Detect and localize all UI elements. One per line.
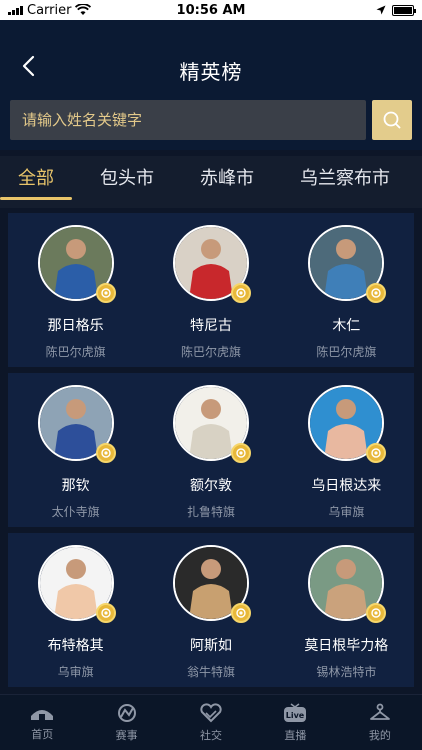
athlete-name: 木仁 <box>332 318 361 334</box>
medal-badge-icon <box>366 443 387 463</box>
tab-chifeng[interactable]: 赤峰市 <box>200 164 254 200</box>
carrier-label: Carrier <box>27 2 72 18</box>
athlete-card[interactable]: 布特格其 乌审旗 <box>8 533 143 687</box>
avatar-wrap <box>37 225 116 303</box>
athlete-region: 太仆寺旗 <box>51 505 100 519</box>
medal-badge-icon <box>230 283 251 303</box>
athlete-region: 乌审旗 <box>57 665 94 679</box>
profile-icon <box>369 703 390 720</box>
home-icon <box>31 709 54 720</box>
avatar-wrap <box>308 545 387 623</box>
athlete-name: 莫日根毕力格 <box>304 638 389 654</box>
status-time: 10:56 AM <box>176 2 246 18</box>
medal-badge-icon <box>230 603 251 623</box>
wifi-icon <box>75 4 92 15</box>
athlete-name: 那日格乐 <box>47 318 104 334</box>
medal-badge-icon <box>95 443 116 463</box>
medal-badge-icon <box>95 283 116 303</box>
athlete-name: 特尼古 <box>189 318 232 334</box>
battery-icon <box>392 4 416 16</box>
search-button[interactable] <box>372 100 412 140</box>
status-right <box>376 4 416 16</box>
nav-profile[interactable]: 我的 <box>338 695 422 750</box>
bottom-nav: 首页 赛事 社交 Live 直播 我的 <box>0 694 422 750</box>
nav-social[interactable]: 社交 <box>169 695 253 750</box>
athlete-name: 额尔敦 <box>189 478 232 494</box>
region-tabs: 全部 包头市 赤峰市 乌兰察布市 <box>0 156 422 208</box>
athlete-card[interactable]: 那日格乐 陈巴尔虎旗 <box>8 213 143 367</box>
avatar-wrap <box>37 545 116 623</box>
athlete-card[interactable]: 莫日根毕力格 锡林浩特市 <box>279 533 414 687</box>
tab-wulanchabu[interactable]: 乌兰察布市 <box>300 164 390 200</box>
event-icon <box>117 703 136 722</box>
search-bar <box>0 92 422 150</box>
medal-badge-icon <box>366 603 387 623</box>
avatar-wrap <box>37 385 116 463</box>
athlete-name: 那钦 <box>61 478 90 494</box>
live-badge-text: Live <box>286 711 305 720</box>
signal-icon <box>8 5 23 15</box>
medal-badge-icon <box>366 283 387 303</box>
athlete-region: 翁牛特旗 <box>186 665 235 679</box>
athlete-row: 那钦 太仆寺旗 额尔敦 扎鲁特旗 乌日根达来 乌审旗 <box>8 373 414 527</box>
athlete-name: 阿斯如 <box>189 638 232 654</box>
search-icon <box>383 111 401 129</box>
location-icon <box>376 5 386 15</box>
page-title: 精英榜 <box>179 60 243 84</box>
avatar-wrap <box>172 225 251 303</box>
header: 精英榜 <box>0 20 422 92</box>
nav-live[interactable]: Live 直播 <box>253 695 337 750</box>
athlete-card[interactable]: 那钦 太仆寺旗 <box>8 373 143 527</box>
live-icon: Live <box>284 702 307 722</box>
search-input[interactable] <box>10 100 366 140</box>
social-icon <box>200 702 222 722</box>
medal-badge-icon <box>230 443 251 463</box>
athlete-card[interactable]: 阿斯如 翁牛特旗 <box>143 533 278 687</box>
athlete-card[interactable]: 木仁 陈巴尔虎旗 <box>279 213 414 367</box>
avatar-wrap <box>308 225 387 303</box>
status-bar: Carrier 10:56 AM <box>0 0 422 20</box>
nav-events-label: 赛事 <box>115 728 138 742</box>
athlete-row: 那日格乐 陈巴尔虎旗 特尼古 陈巴尔虎旗 木仁 陈巴尔虎旗 <box>8 213 414 367</box>
athlete-name: 乌日根达来 <box>311 478 382 494</box>
tab-all[interactable]: 全部 <box>0 164 72 200</box>
athlete-grid: 那日格乐 陈巴尔虎旗 特尼古 陈巴尔虎旗 木仁 陈巴尔虎旗 那钦 太仆寺旗 额尔敦 扎鲁特旗 乌日根… <box>8 213 414 693</box>
avatar-wrap <box>172 545 251 623</box>
athlete-card[interactable]: 特尼古 陈巴尔虎旗 <box>143 213 278 367</box>
nav-social-label: 社交 <box>200 728 223 742</box>
athlete-row: 布特格其 乌审旗 阿斯如 翁牛特旗 莫日根毕力格 锡林浩特市 <box>8 533 414 687</box>
nav-home-label: 首页 <box>31 727 54 741</box>
athlete-region: 陈巴尔虎旗 <box>180 345 241 359</box>
nav-home[interactable]: 首页 <box>0 695 84 750</box>
status-left: Carrier <box>8 2 92 18</box>
athlete-region: 陈巴尔虎旗 <box>45 345 106 359</box>
tab-baotou[interactable]: 包头市 <box>100 164 154 200</box>
nav-profile-label: 我的 <box>368 728 391 742</box>
avatar-wrap <box>308 385 387 463</box>
nav-live-label: 直播 <box>284 728 307 742</box>
athlete-region: 陈巴尔虎旗 <box>316 345 377 359</box>
athlete-card[interactable]: 额尔敦 扎鲁特旗 <box>143 373 278 527</box>
athlete-region: 乌审旗 <box>328 505 365 519</box>
nav-events[interactable]: 赛事 <box>84 695 168 750</box>
athlete-region: 锡林浩特市 <box>316 665 377 679</box>
avatar-wrap <box>172 385 251 463</box>
athlete-card[interactable]: 乌日根达来 乌审旗 <box>279 373 414 527</box>
athlete-name: 布特格其 <box>47 638 104 654</box>
athlete-region: 扎鲁特旗 <box>186 505 235 519</box>
medal-badge-icon <box>95 603 116 623</box>
